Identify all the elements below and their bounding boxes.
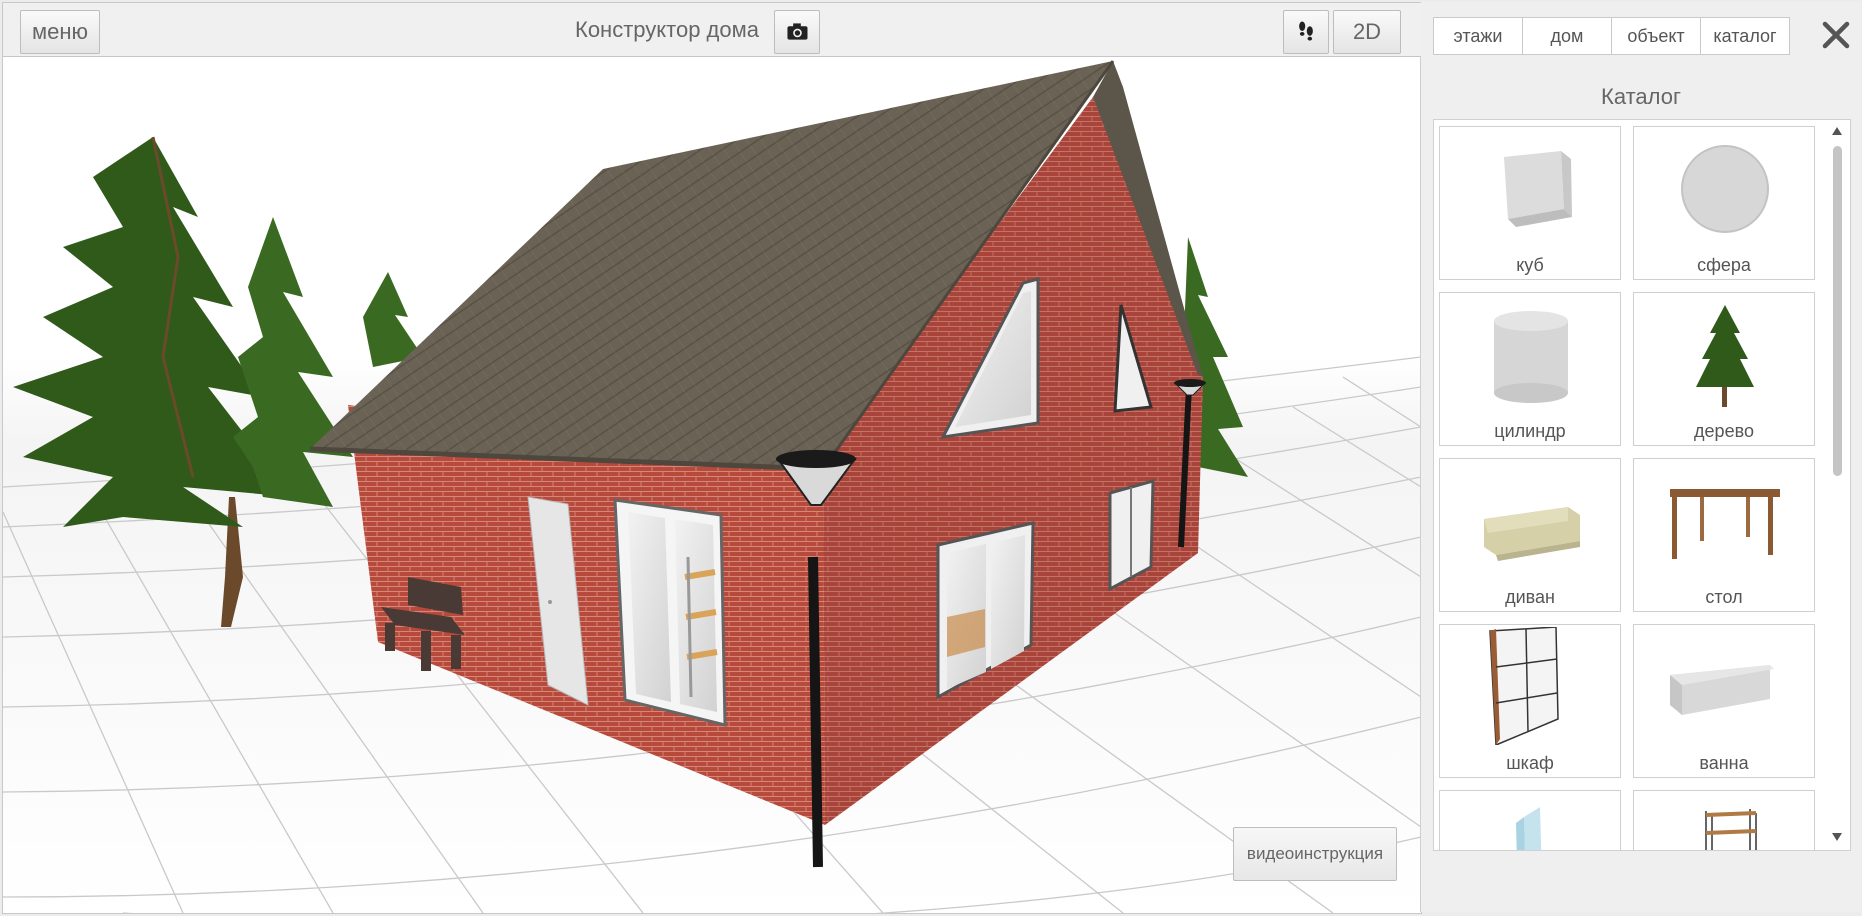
screenshot-button[interactable] [774,10,820,54]
catalog-item-label: цилиндр [1494,421,1566,441]
catalog-item-bathtub[interactable]: ванна [1633,624,1815,778]
cylinder-icon [1494,311,1568,403]
scrollbar-thumb[interactable] [1833,146,1842,476]
menu-button[interactable]: меню [20,10,100,54]
glass-partition-icon [1516,807,1542,850]
camera-icon [787,23,808,40]
tree-icon [1696,305,1754,407]
house-window-left [613,498,727,727]
side-panel: этажи дом объект каталог Каталог куб сфе… [1420,2,1861,912]
catalog-item-wardrobe[interactable]: шкаф [1439,624,1621,778]
catalog-item-cube[interactable]: куб [1439,126,1621,280]
scroll-down-icon[interactable] [1831,832,1843,842]
video-tutorial-button[interactable]: видеоинструкция [1233,827,1397,881]
3d-viewport[interactable]: меню Конструктор дома 2D видеоинструкция [2,2,1422,914]
catalog-item-glass-partition[interactable] [1439,790,1621,850]
walk-mode-button[interactable] [1283,10,1329,54]
sphere-icon [1681,145,1769,233]
tab-house[interactable]: дом [1522,17,1612,55]
catalog-item-sphere[interactable]: сфера [1633,126,1815,280]
tab-object[interactable]: объект [1611,17,1701,55]
footprints-icon [1299,21,1313,41]
page-title: Конструктор дома [575,17,759,42]
catalog-item-sofa[interactable]: диван [1439,458,1621,612]
catalog-item-cylinder[interactable]: цилиндр [1439,292,1621,446]
catalog-item-shelf-rack[interactable] [1633,790,1815,850]
sofa-icon [1484,507,1580,561]
catalog-item-tree[interactable]: дерево [1633,292,1815,446]
tab-catalog[interactable]: каталог [1700,17,1790,55]
bathtub-icon [1670,665,1774,715]
tab-floors[interactable]: этажи [1433,17,1523,55]
catalog-item-label: диван [1505,587,1555,607]
catalog-item-table[interactable]: стол [1633,458,1815,612]
catalog-scrollbar[interactable] [1826,120,1848,850]
catalog-item-label: ванна [1699,753,1749,773]
cube-icon [1504,151,1572,227]
top-toolbar: меню Конструктор дома 2D [3,3,1421,57]
catalog-item-label: шкаф [1506,753,1554,773]
wardrobe-icon [1489,627,1559,745]
catalog-item-label: куб [1516,255,1544,275]
2d-mode-button[interactable]: 2D [1333,10,1401,54]
scroll-up-icon[interactable] [1831,126,1843,136]
catalog-item-label: стол [1705,587,1743,607]
catalog-item-label: сфера [1697,255,1751,275]
app-window: меню Конструктор дома 2D видеоинструкция… [0,0,1862,916]
catalog-item-label: дерево [1694,421,1754,441]
panel-tabs: этажи дом объект каталог [1433,17,1793,55]
shelf-rack-icon [1705,809,1757,850]
table-icon [1670,489,1780,559]
catalog-list[interactable]: куб сфера цилиндр дерево диван стол шкаф… [1433,119,1851,851]
catalog-title: Каталог [1601,84,1681,109]
close-icon[interactable] [1819,18,1853,52]
3d-scene[interactable] [3,57,1421,913]
